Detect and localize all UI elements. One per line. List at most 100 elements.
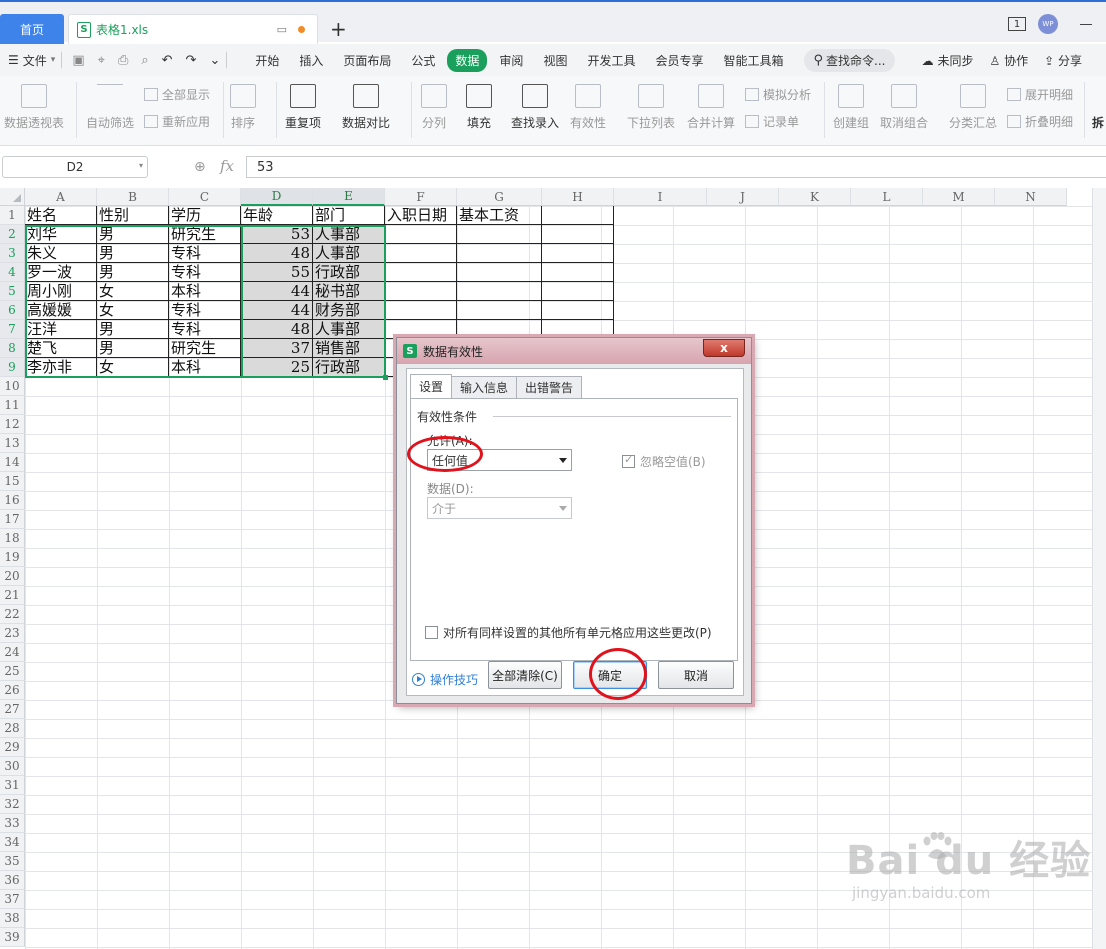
table-cell[interactable]: 48 [241, 244, 313, 263]
table-cell[interactable]: 汪洋 [25, 320, 97, 339]
table-cell[interactable]: 李亦非 [25, 358, 97, 377]
table-cell[interactable] [542, 263, 614, 282]
create-group-button[interactable]: 创建组 [833, 76, 869, 131]
table-cell[interactable]: 研究生 [169, 339, 241, 358]
cancel-button[interactable]: 取消 [658, 661, 734, 689]
table-cell[interactable] [385, 263, 457, 282]
row-header[interactable]: 37 [0, 890, 25, 909]
table-cell[interactable]: 财务部 [313, 301, 385, 320]
table-cell[interactable]: 姓名 [25, 206, 97, 225]
table-cell[interactable]: 周小刚 [25, 282, 97, 301]
tab-formulas[interactable]: 公式 [403, 49, 443, 72]
dropdown-list-button[interactable]: 下拉列表 [627, 76, 675, 131]
command-search[interactable]: ⚲ 查找命令... [803, 48, 896, 72]
table-cell[interactable]: 人事部 [313, 320, 385, 339]
table-cell[interactable] [457, 301, 542, 320]
validity-button[interactable]: 有效性 [570, 76, 606, 131]
table-cell[interactable]: 44 [241, 282, 313, 301]
tab-developer[interactable]: 开发工具 [579, 49, 643, 72]
table-cell[interactable]: 部门 [313, 206, 385, 225]
row-header[interactable]: 11 [0, 396, 25, 415]
row-header[interactable]: 20 [0, 567, 25, 586]
row-header[interactable]: 17 [0, 510, 25, 529]
table-cell[interactable] [457, 244, 542, 263]
column-header-a[interactable]: A [25, 188, 97, 206]
ok-button[interactable]: 确定 [573, 661, 647, 689]
ungroup-button[interactable]: 取消组合 [880, 76, 928, 131]
column-header-e[interactable]: E [313, 188, 385, 206]
table-cell[interactable] [385, 282, 457, 301]
undo-icon[interactable]: ↶ [162, 53, 173, 68]
table-cell[interactable]: 基本工资 [457, 206, 542, 225]
row-header[interactable]: 14 [0, 453, 25, 472]
row-header[interactable]: 7 [0, 320, 25, 339]
sync-button[interactable]: ☁ 未同步 [922, 52, 974, 69]
row-header[interactable]: 34 [0, 833, 25, 852]
column-header-n[interactable]: N [995, 188, 1067, 206]
table-cell[interactable]: 男 [97, 320, 169, 339]
expand-detail-button[interactable]: 展开明细 [1007, 86, 1073, 103]
column-header-g[interactable]: G [457, 188, 542, 206]
format-painter-icon[interactable]: ⌖ [98, 53, 105, 68]
column-header-f[interactable]: F [385, 188, 457, 206]
table-cell[interactable]: 专科 [169, 320, 241, 339]
table-cell[interactable] [542, 301, 614, 320]
row-header[interactable]: 18 [0, 529, 25, 548]
collapse-detail-button[interactable]: 折叠明细 [1007, 113, 1073, 130]
row-header[interactable]: 39 [0, 928, 25, 947]
table-cell[interactable] [542, 225, 614, 244]
table-cell[interactable]: 男 [97, 225, 169, 244]
table-cell[interactable]: 男 [97, 263, 169, 282]
table-cell[interactable]: 女 [97, 358, 169, 377]
row-header[interactable]: 31 [0, 776, 25, 795]
row-header[interactable]: 10 [0, 377, 25, 396]
split-column-button[interactable]: 分列 [421, 76, 447, 131]
table-cell[interactable]: 专科 [169, 301, 241, 320]
table-cell[interactable]: 53 [241, 225, 313, 244]
clear-all-button[interactable]: 全部清除(C) [488, 661, 562, 689]
table-cell[interactable]: 男 [97, 339, 169, 358]
tab-view[interactable]: 视图 [535, 49, 575, 72]
ignore-blank-checkbox[interactable]: 忽略空值(B) [622, 453, 706, 470]
formula-input[interactable]: 53 [246, 156, 1106, 178]
consolidate-button[interactable]: 合并计算 [687, 76, 735, 131]
insert-function-icon[interactable]: fx [220, 157, 234, 175]
window-count-badge[interactable]: 1 [1008, 17, 1026, 31]
table-cell[interactable]: 楚飞 [25, 339, 97, 358]
row-header[interactable]: 27 [0, 700, 25, 719]
sort-button[interactable]: 排序 [230, 76, 256, 131]
vertical-scrollbar[interactable] [1092, 188, 1106, 949]
minimize-icon[interactable] [1080, 23, 1092, 25]
row-header[interactable]: 15 [0, 472, 25, 491]
row-header[interactable]: 8 [0, 339, 25, 358]
tab-document[interactable]: S 表格1.xls ▭ [68, 14, 318, 44]
column-header-d[interactable]: D [241, 188, 313, 206]
column-header-m[interactable]: M [923, 188, 995, 206]
table-cell[interactable]: 女 [97, 282, 169, 301]
table-cell[interactable]: 朱义 [25, 244, 97, 263]
row-header[interactable]: 28 [0, 719, 25, 738]
tab-page-layout[interactable]: 页面布局 [335, 49, 399, 72]
row-header[interactable]: 38 [0, 909, 25, 928]
table-cell[interactable]: 性别 [97, 206, 169, 225]
row-header[interactable]: 1 [0, 206, 25, 225]
table-cell[interactable]: 25 [241, 358, 313, 377]
row-header[interactable]: 33 [0, 814, 25, 833]
share-button[interactable]: ⇪ 分享 [1044, 52, 1082, 69]
data-select[interactable]: 介于 [427, 497, 572, 519]
print-preview-icon[interactable]: ⌕ [141, 53, 148, 68]
table-cell[interactable] [542, 244, 614, 263]
row-header[interactable]: 32 [0, 795, 25, 814]
table-cell[interactable] [457, 282, 542, 301]
row-header[interactable]: 26 [0, 681, 25, 700]
table-cell[interactable] [385, 225, 457, 244]
fill-button[interactable]: 填充 [466, 76, 492, 131]
show-all-button[interactable]: 全部显示 [144, 86, 210, 103]
row-header[interactable]: 9 [0, 358, 25, 377]
table-cell[interactable] [457, 263, 542, 282]
data-compare-button[interactable]: 数据对比 [342, 76, 390, 131]
table-cell[interactable]: 入职日期 [385, 206, 457, 225]
record-form-button[interactable]: 记录单 [745, 113, 799, 130]
monitor-icon[interactable]: ▭ [277, 23, 287, 36]
allow-select[interactable]: 任何值 [427, 449, 572, 471]
